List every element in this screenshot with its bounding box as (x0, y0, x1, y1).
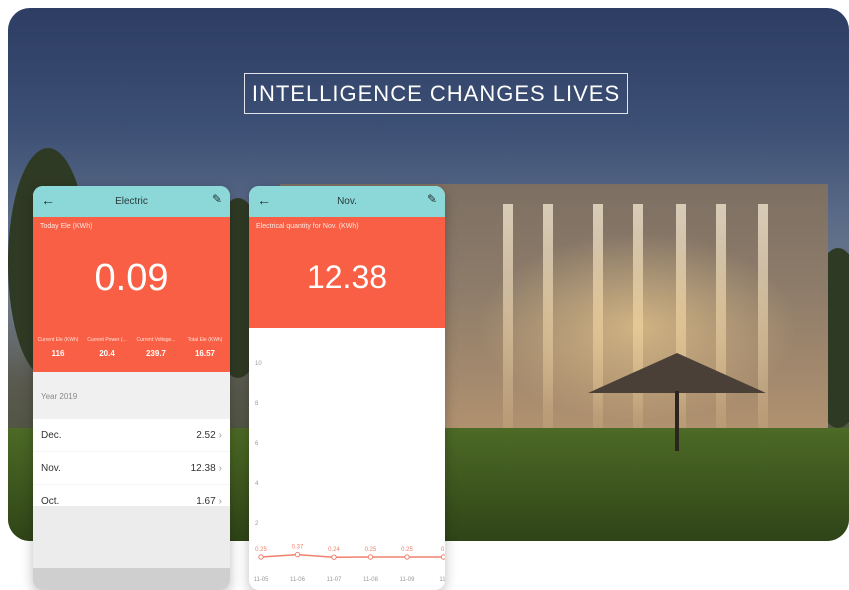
stats-row: Current Ele (KWh) 116 Current Power (...… (33, 337, 230, 358)
chevron-right-icon: › (218, 429, 222, 441)
chevron-right-icon: › (218, 462, 222, 474)
data-label: 0.24 (328, 547, 340, 553)
data-point (404, 554, 410, 560)
stat-value: 116 (51, 349, 65, 358)
quantity-value: 12.38 (306, 259, 388, 295)
stat-current-ele: Current Ele (KWh) 116 (35, 337, 81, 358)
data-label: 0. (441, 547, 445, 553)
nav-bar: ← Electric ✎ (33, 186, 230, 217)
x-tick-label: 11-06 (290, 577, 306, 583)
bottom-bar (33, 568, 230, 590)
data-point (440, 554, 445, 560)
x-tick-label: 11-05 (254, 577, 270, 583)
daily-usage-chart: 10 8 6 4 2 0.25 11-05 0.37 11-06 0.24 11-07 0.25 11-… (254, 361, 445, 583)
month-name: Dec. (41, 429, 62, 441)
y-tick-label: 8 (255, 401, 259, 407)
x-tick-label: 11-08 (363, 577, 379, 583)
stat-current-voltage: Current Voltage... 239.7 (133, 337, 179, 358)
month-row-nov[interactable]: Nov. 12.38 › (33, 452, 230, 485)
stat-total-ele: Total Ele (KWh) 16.57 (182, 337, 228, 358)
phone-electric-screen: ← Electric ✎ Today Ele (KWh) 0.09 Curren… (33, 186, 230, 590)
data-label: 0.25 (365, 547, 377, 553)
back-arrow-icon[interactable]: ← (257, 192, 271, 208)
today-label: Today Ele (KWh) (40, 223, 93, 230)
data-point (294, 551, 301, 558)
building-light-glow (478, 232, 798, 422)
nav-title: Nov. (337, 196, 357, 207)
back-arrow-icon[interactable]: ← (41, 192, 55, 208)
nav-bar: ← Nov. ✎ (249, 186, 445, 217)
umbrella-pole (675, 391, 679, 451)
stat-label: Current Ele (KWh) (37, 337, 79, 343)
data-label: 0.37 (292, 545, 304, 551)
data-point (367, 554, 374, 560)
x-tick-label: 11-09 (400, 577, 416, 583)
x-tick-label: 11- (439, 577, 445, 583)
chevron-right-icon: › (218, 495, 222, 507)
y-tick-label: 10 (255, 361, 262, 367)
data-label: 0.25 (401, 547, 413, 553)
edit-pencil-icon[interactable]: ✎ (212, 192, 222, 206)
data-point (258, 554, 264, 560)
y-tick-label: 2 (255, 521, 259, 527)
quantity-label: Electrical quantity for Nov. (KWh) (256, 223, 359, 230)
month-value: 2.52 (196, 429, 216, 441)
stat-label: Current Voltage... (136, 337, 176, 343)
y-tick-label: 4 (255, 481, 259, 487)
stat-label: Current Power (... (87, 337, 127, 343)
month-name: Oct. (41, 495, 60, 507)
y-tick-label: 6 (255, 441, 259, 447)
phone-nov-screen: ← Nov. ✎ Electrical quantity for Nov. (K… (249, 186, 445, 590)
data-point (331, 554, 337, 560)
edit-pencil-icon[interactable]: ✎ (427, 192, 437, 206)
month-summary-panel: Electrical quantity for Nov. (KWh) 12.38 (249, 217, 445, 328)
empty-area (33, 506, 230, 568)
today-summary-panel: Today Ele (KWh) 0.09 Current Ele (KWh) 1… (33, 217, 230, 372)
month-value: 1.67 (196, 495, 216, 507)
nav-title: Electric (115, 196, 148, 207)
stat-current-power: Current Power (... 20.4 (84, 337, 130, 358)
stat-value: 16.57 (194, 349, 216, 358)
month-row-dec[interactable]: Dec. 2.52 › (33, 419, 230, 452)
month-name: Nov. (41, 462, 61, 474)
banner-title: INTELLIGENCE CHANGES LIVES (244, 73, 628, 114)
stat-label: Total Ele (KWh) (187, 337, 223, 343)
stat-value: 239.7 (145, 349, 167, 358)
series-line (260, 553, 444, 558)
month-value: 12.38 (190, 462, 216, 474)
today-value: 0.09 (94, 257, 169, 299)
stat-value: 20.4 (99, 349, 115, 358)
data-label: 0.25 (255, 547, 267, 553)
x-tick-label: 11-07 (327, 577, 343, 583)
year-header: Year 2019 (33, 372, 230, 419)
